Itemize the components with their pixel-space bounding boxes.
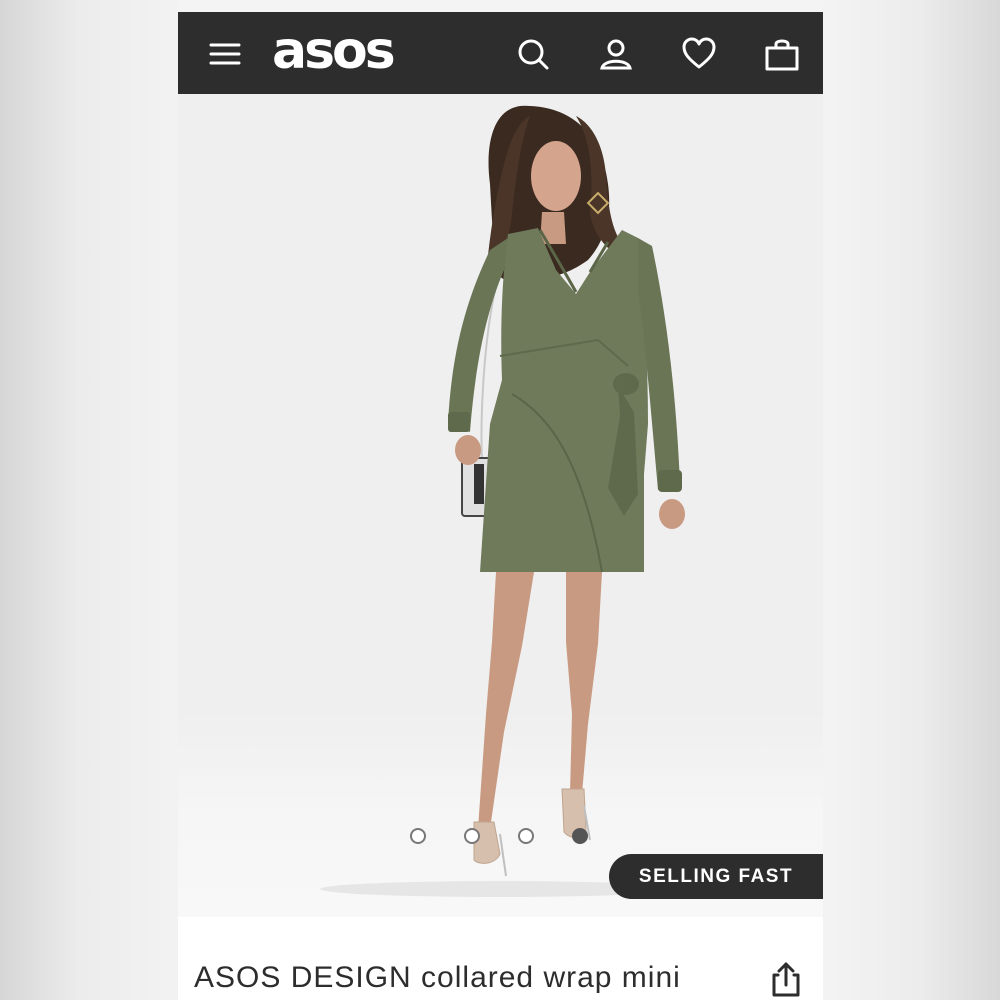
bag-icon[interactable] — [764, 36, 800, 72]
carousel-pagination — [410, 828, 590, 848]
product-title-bar: ASOS DESIGN collared wrap mini — [178, 917, 823, 1000]
carousel-dot[interactable] — [410, 828, 426, 844]
heart-icon[interactable] — [681, 36, 717, 72]
account-icon[interactable] — [598, 36, 634, 72]
product-title: ASOS DESIGN collared wrap mini — [194, 961, 681, 994]
product-image-carousel[interactable]: SELLING FAST — [178, 94, 823, 917]
product-photo — [320, 105, 685, 897]
app-header: asos — [178, 12, 823, 94]
status-strip — [178, 0, 823, 12]
carousel-dot[interactable] — [518, 828, 534, 844]
selling-fast-badge: SELLING FAST — [609, 854, 823, 899]
carousel-dot[interactable] — [464, 828, 480, 844]
carousel-dot-active[interactable] — [572, 828, 588, 844]
phone-screen: asos SELLING FAST ASOS DESIGN collared w… — [178, 0, 823, 1000]
brand-logo[interactable]: asos — [272, 16, 396, 86]
hamburger-menu-icon[interactable] — [207, 36, 243, 72]
share-icon[interactable] — [770, 961, 802, 997]
search-icon[interactable] — [515, 36, 551, 72]
